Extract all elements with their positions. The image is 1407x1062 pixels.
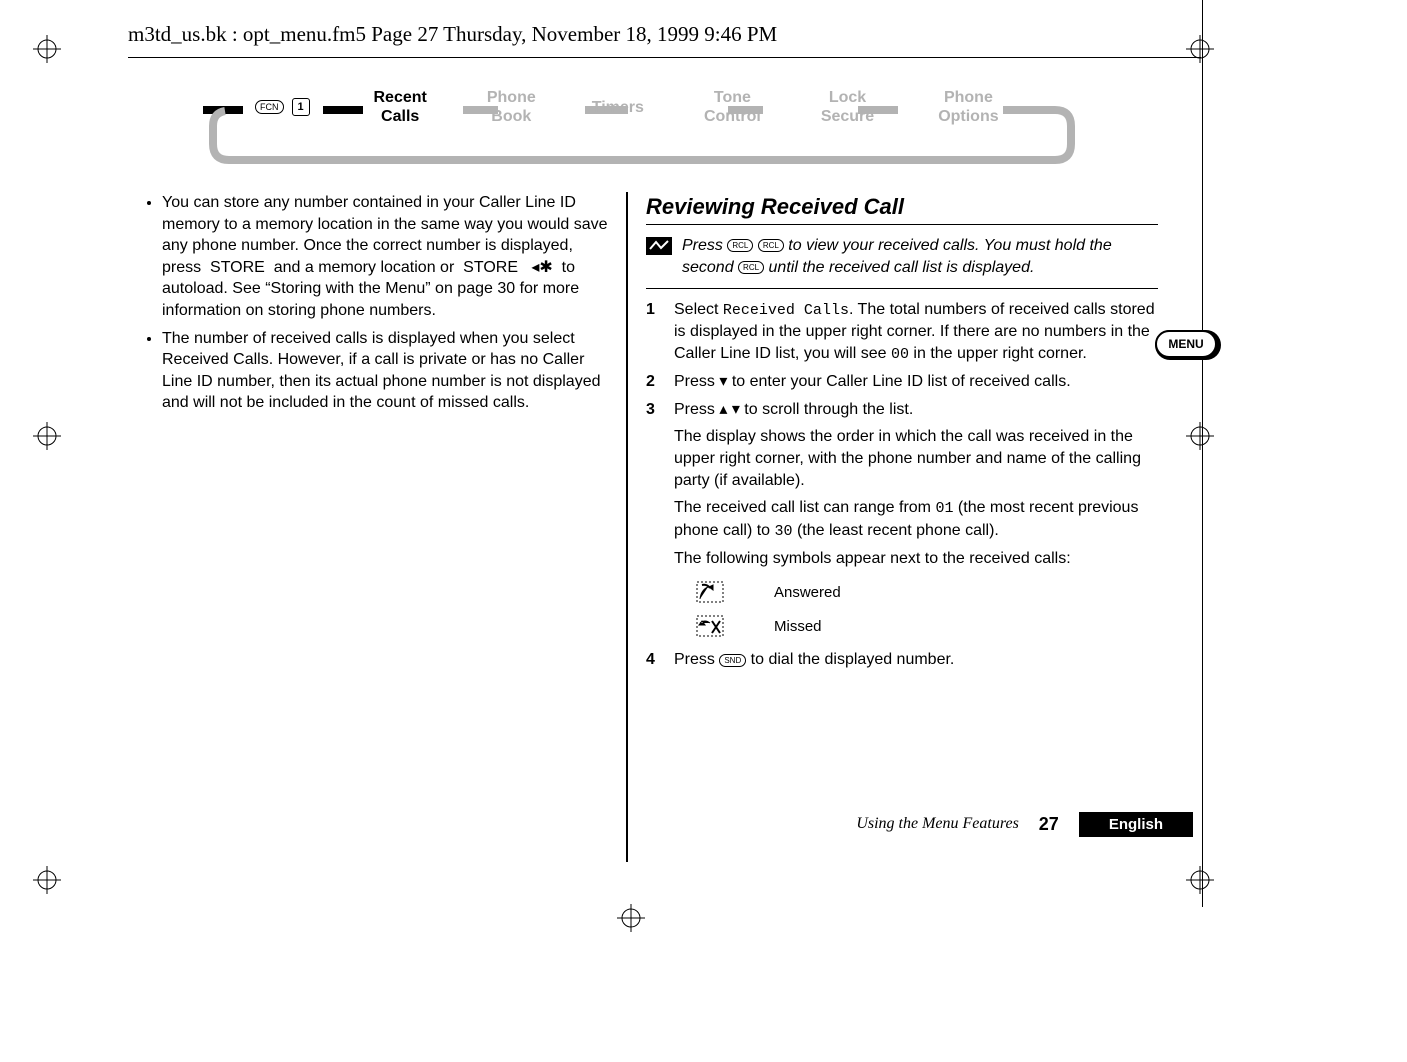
content-columns: You can store any number contained in yo…: [128, 192, 1174, 722]
footer-language-badge: English: [1079, 812, 1193, 837]
left-column: You can store any number contained in yo…: [128, 192, 628, 722]
section-rule: [646, 224, 1158, 225]
paragraph-range: The received call list can range from 01…: [674, 497, 1158, 542]
symbol-missed-row: Missed: [696, 615, 1158, 637]
missed-call-icon: [696, 615, 724, 637]
step-3: Press ▴ ▾ to scroll through the list.: [646, 399, 1158, 421]
symbol-answered-label: Answered: [774, 584, 841, 601]
rcl-key-icon: RCL: [727, 239, 753, 252]
nav-item-lock-secure: LockSecure: [821, 88, 874, 126]
registration-mark-icon: [33, 866, 61, 894]
step-1: Select Received Calls. The total numbers…: [646, 299, 1158, 365]
nav-item-phone-book: PhoneBook: [487, 88, 536, 126]
nav-item-timers: Timers: [592, 98, 644, 117]
step-2: Press ▾ to enter your Caller Line ID lis…: [646, 371, 1158, 393]
menu-navigation-graphic: FCN 1 RecentCalls PhoneBook Timers ToneC…: [203, 82, 1081, 172]
registration-mark-icon: [33, 35, 61, 63]
rcl-key-icon: RCL: [738, 261, 764, 274]
snd-key-icon: SND: [719, 654, 746, 667]
side-tab-menu: MENU: [1155, 330, 1217, 358]
symbol-missed-label: Missed: [774, 618, 822, 635]
footer-section-name: Using the Menu Features: [856, 815, 1018, 833]
fcn-key-icon: FCN: [255, 100, 284, 114]
tip-underline: [646, 288, 1158, 289]
registration-mark-icon: [617, 904, 645, 932]
tip-text: Press RCL RCL to view your received call…: [682, 235, 1158, 278]
registration-mark-icon: [1186, 866, 1214, 894]
bullet-store-number: You can store any number contained in yo…: [162, 192, 610, 322]
nav-item-recent-calls: RecentCalls: [374, 88, 427, 126]
tip-note: Press RCL RCL to view your received call…: [646, 235, 1158, 278]
registration-mark-icon: [1186, 422, 1214, 450]
document-path: m3td_us.bk : opt_menu.fm5 Page 27 Thursd…: [128, 22, 777, 47]
answered-call-icon: [696, 581, 724, 603]
page-right-rule: [1202, 0, 1203, 907]
column-divider: [626, 192, 628, 862]
page-footer: Using the Menu Features 27 English: [0, 810, 1407, 838]
registration-mark-icon: [33, 422, 61, 450]
one-key-icon: 1: [292, 98, 310, 116]
nav-item-phone-options: PhoneOptions: [938, 88, 998, 126]
footer-page-number: 27: [1039, 814, 1059, 835]
rcl-key-icon: RCL: [758, 239, 784, 252]
step-4: Press SND to dial the displayed number.: [646, 649, 1158, 671]
steps-list-continued: Press SND to dial the displayed number.: [646, 649, 1158, 671]
right-column: Reviewing Received Call Press RCL RCL to…: [628, 192, 1158, 722]
paragraph-display-order: The display shows the order in which the…: [674, 426, 1158, 491]
symbol-legend: Answered Missed: [696, 581, 1158, 637]
side-tab-label: MENU: [1168, 337, 1203, 351]
paragraph-symbols-intro: The following symbols appear next to the…: [674, 548, 1158, 570]
nav-item-tone-control: ToneControl: [704, 88, 761, 126]
header-bar: m3td_us.bk : opt_menu.fm5 Page 27 Thursd…: [128, 0, 1201, 58]
section-title: Reviewing Received Call: [646, 194, 1158, 220]
tip-icon: [646, 237, 672, 255]
steps-list: Select Received Calls. The total numbers…: [646, 299, 1158, 420]
symbol-answered-row: Answered: [696, 581, 1158, 603]
bullet-received-calls-count: The number of received calls is displaye…: [162, 328, 610, 414]
